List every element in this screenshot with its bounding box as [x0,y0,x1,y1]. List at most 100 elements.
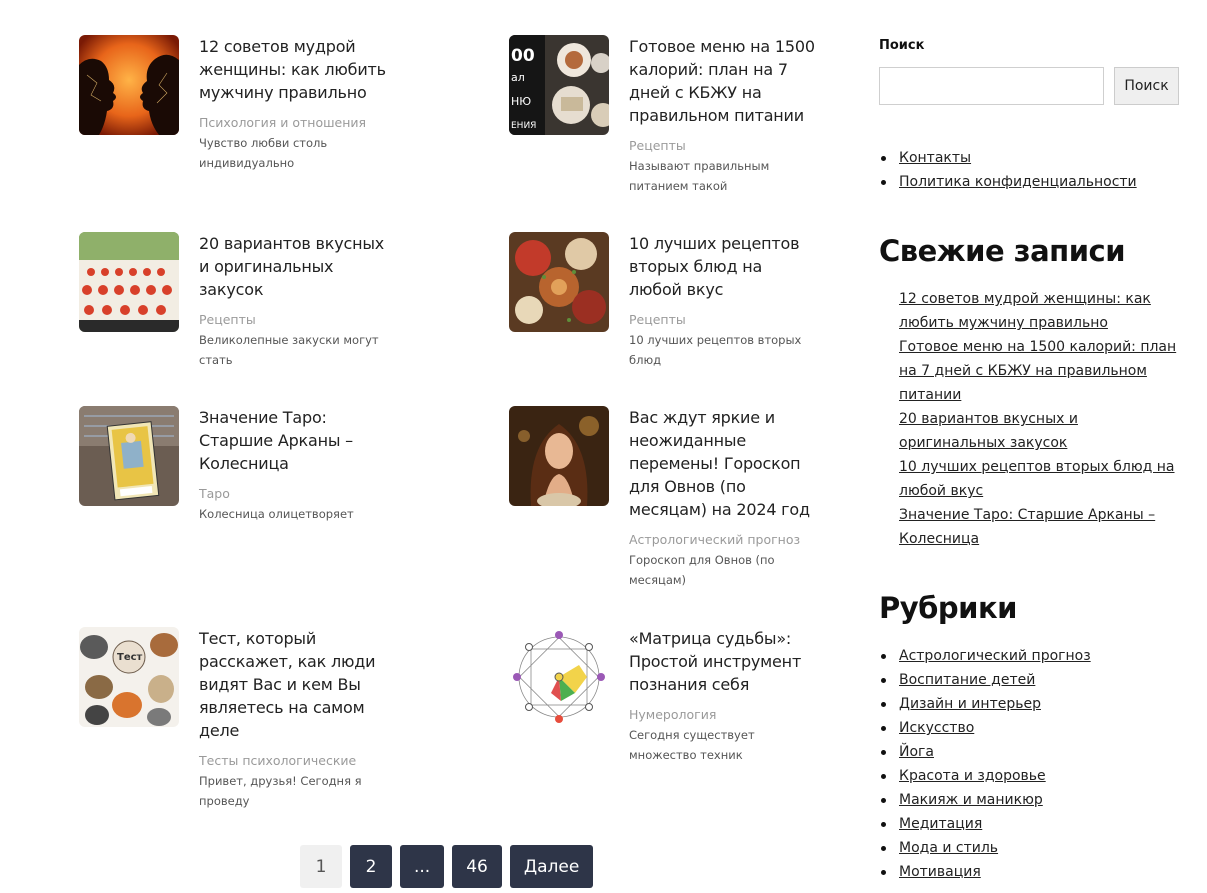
list-item: Мода и стиль [879,836,1091,860]
list-item: Политика конфиденциальности [879,170,1137,194]
page-2-link[interactable]: 2 [350,845,392,888]
list-item: Дизайн и интерьер [879,692,1091,716]
recent-posts-list: 12 советов мудрой женщины: как любить му… [899,287,1179,551]
list-item: Воспитание детей [879,668,1091,692]
diet-menu-image: 00 ал НЮ ЕНИЯ [509,35,609,135]
post-excerpt: Гороскоп для Овнов (по месяцам) [629,553,775,587]
post-category[interactable]: Тесты психологические [199,751,389,771]
recent-post-link[interactable]: 10 лучших рецептов вторых блюд на любой … [899,459,1175,499]
recent-post-link[interactable]: Значение Таро: Старшие Арканы – Колесниц… [899,507,1155,547]
post-thumbnail[interactable] [509,232,609,332]
category-link[interactable]: Медитация [899,816,982,832]
post-category[interactable]: Нумерология [629,705,819,725]
post-thumbnail[interactable]: Тест [79,627,179,727]
list-item: Готовое меню на 1500 калорий: план на 7 … [899,335,1179,407]
category-link[interactable]: Воспитание детей [899,672,1035,688]
bullet-icon [881,822,886,827]
page-current: 1 [300,845,342,888]
recent-post-link[interactable]: 20 вариантов вкусных и оригинальных заку… [899,411,1078,451]
bullet-icon [881,702,886,707]
contacts-link[interactable]: Контакты [899,150,971,166]
list-item: 12 советов мудрой женщины: как любить му… [899,287,1179,335]
post-title[interactable]: Значение Таро: Старшие Арканы – Колесниц… [199,406,389,475]
list-item: Контакты [879,146,1137,170]
pages-list: Контакты Политика конфиденциальности [879,146,1137,194]
pagination: 1 2 ... 46 Далее [300,845,594,888]
page-dots: ... [400,845,445,888]
post-category[interactable]: Рецепты [629,310,819,330]
category-link[interactable]: Йога [899,744,934,760]
svg-text:НЮ: НЮ [511,95,531,108]
category-link[interactable]: Красота и здоровье [899,768,1046,784]
post-category[interactable]: Рецепты [199,310,389,330]
list-item: Искусство [879,716,1091,740]
bullet-icon [881,180,886,185]
bullet-icon [881,750,886,755]
couple-silhouette-image [79,35,179,135]
snacks-image [79,232,179,332]
post-excerpt: 10 лучших рецептов вторых блюд [629,333,802,367]
bullet-icon [881,798,886,803]
list-item: Йога [879,740,1091,764]
post-thumbnail[interactable]: 00 ал НЮ ЕНИЯ [509,35,609,135]
svg-text:00: 00 [511,46,535,66]
post-excerpt: Чувство любви столь индивидуально [199,136,328,170]
search-label: Поиск [879,38,925,53]
post-title[interactable]: Вас ждут яркие и неожиданные перемены! Г… [629,406,819,521]
category-link[interactable]: Мода и стиль [899,840,998,856]
bullet-icon [881,678,886,683]
post-title[interactable]: 20 вариантов вкусных и оригинальных заку… [199,232,389,301]
list-item: 20 вариантов вкусных и оригинальных заку… [899,407,1179,455]
post-category[interactable]: Таро [199,484,389,504]
page-last-link[interactable]: 46 [452,845,502,888]
post-category[interactable]: Психология и отношения [199,113,389,133]
post-title[interactable]: 12 советов мудрой женщины: как любить му… [199,35,389,104]
post-thumbnail[interactable] [509,406,609,506]
privacy-policy-link[interactable]: Политика конфиденциальности [899,174,1137,190]
bullet-icon [881,156,886,161]
post-thumbnail[interactable] [79,232,179,332]
tarot-card-image [79,406,179,506]
recent-posts-heading: Свежие записи [879,234,1126,268]
list-item: Значение Таро: Старшие Арканы – Колесниц… [899,503,1179,551]
bullet-icon [881,870,886,875]
recent-post-link[interactable]: 12 советов мудрой женщины: как любить му… [899,291,1151,331]
woman-portrait-image [509,406,609,506]
category-link[interactable]: Дизайн и интерьер [899,696,1041,712]
post-thumbnail[interactable] [79,35,179,135]
category-link[interactable]: Макияж и маникюр [899,792,1043,808]
list-item: Красота и здоровье [879,764,1091,788]
svg-text:ЕНИЯ: ЕНИЯ [511,121,536,131]
category-link[interactable]: Астрологический прогноз [899,648,1091,664]
dishes-image [509,232,609,332]
category-link[interactable]: Искусство [899,720,974,736]
categories-heading: Рубрики [879,591,1018,625]
post-category[interactable]: Астрологический прогноз [629,530,819,550]
post-category[interactable]: Рецепты [629,136,819,156]
bullet-icon [881,654,886,659]
categories-list: Астрологический прогноз Воспитание детей… [879,644,1091,884]
recent-post-link[interactable]: Готовое меню на 1500 калорий: план на 7 … [899,339,1176,403]
category-link[interactable]: Мотивация [899,864,981,880]
bullet-icon [881,846,886,851]
next-page-button[interactable]: Далее [509,845,594,888]
svg-text:ал: ал [511,71,525,84]
post-thumbnail[interactable] [79,406,179,506]
post-title[interactable]: Тест, который расскажет, как люди видят … [199,627,389,742]
post-title[interactable]: 10 лучших рецептов вторых блюд на любой … [629,232,819,301]
post-thumbnail[interactable] [509,627,609,727]
post-title[interactable]: Готовое меню на 1500 калорий: план на 7 … [629,35,819,127]
post-title[interactable]: «Матрица судьбы»: Простой инструмент поз… [629,627,819,696]
post-excerpt: Привет, друзья! Сегодня я проведу [199,774,362,808]
animals-test-image: Тест [79,627,179,727]
post-excerpt: Великолепные закуски могут стать [199,333,379,367]
search-button[interactable]: Поиск [1114,67,1179,105]
bullet-icon [881,726,886,731]
search-input[interactable] [879,67,1104,105]
post-excerpt: Сегодня существует множество техник [629,728,755,762]
list-item: Мотивация [879,860,1091,884]
list-item: 10 лучших рецептов вторых блюд на любой … [899,455,1179,503]
svg-text:Тест: Тест [117,652,143,663]
destiny-matrix-image [509,627,609,727]
list-item: Медитация [879,812,1091,836]
